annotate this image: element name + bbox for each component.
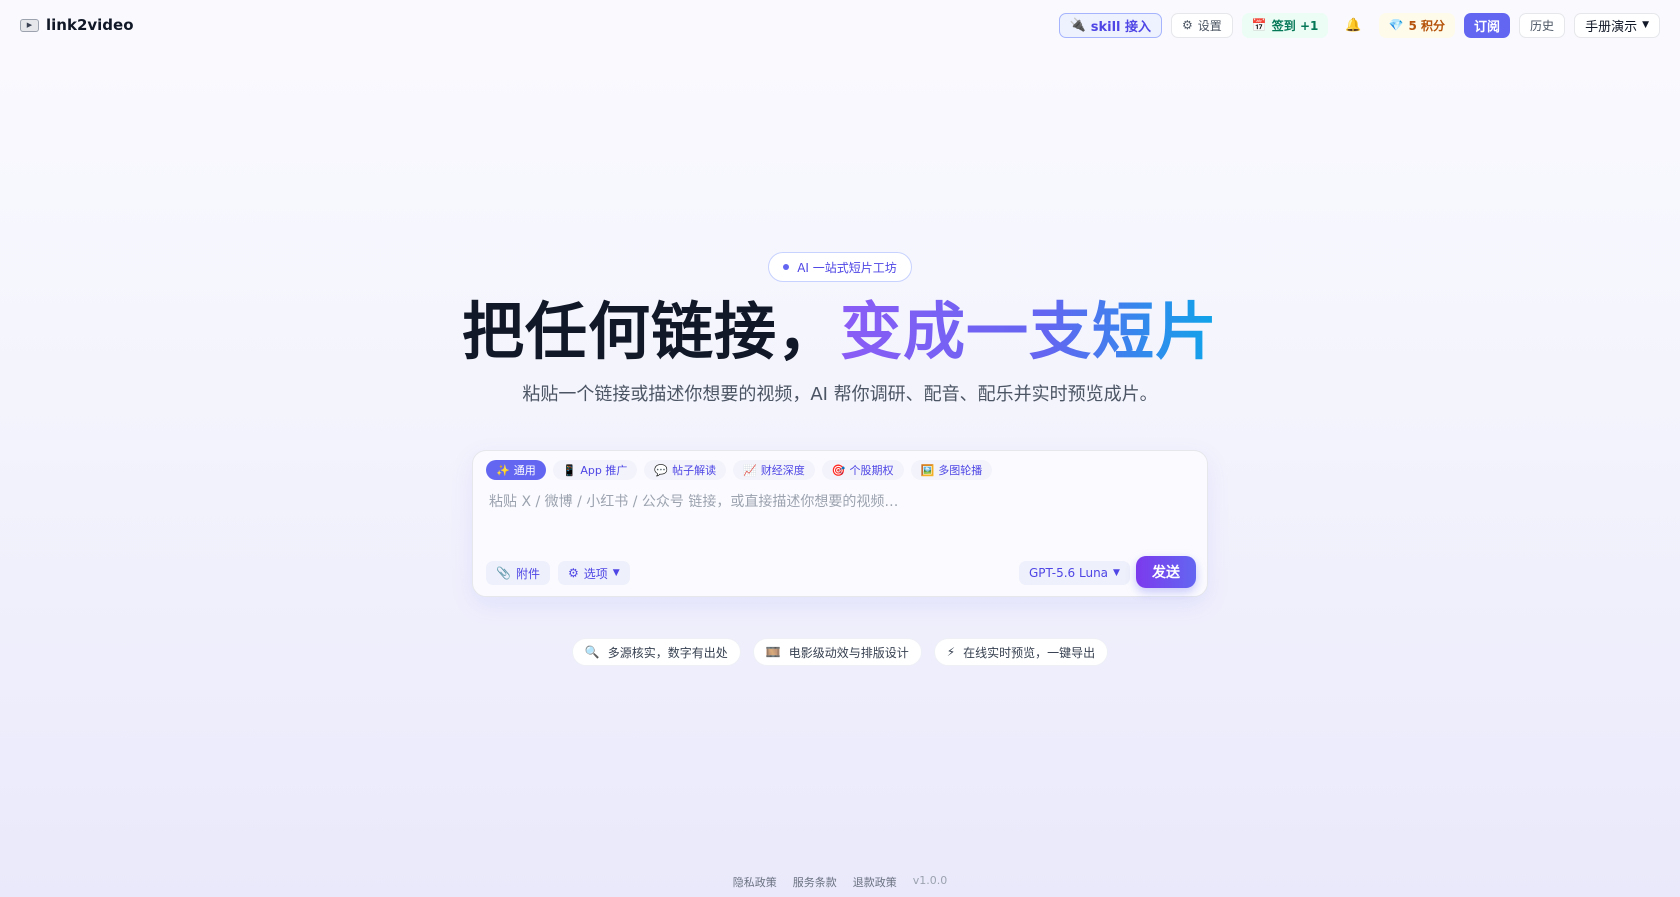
notifications-button[interactable]: 🔔 bbox=[1337, 13, 1369, 38]
settings-label: 设置 bbox=[1197, 18, 1222, 33]
chevron-down-icon: ▼ bbox=[1113, 568, 1120, 578]
tab-finance-deep[interactable]: 📈 财经深度 bbox=[733, 460, 815, 480]
prompt-input[interactable] bbox=[489, 491, 1189, 547]
attach-button[interactable]: 📎 附件 bbox=[486, 561, 550, 585]
tab-app-promo[interactable]: 📱 App 推广 bbox=[552, 460, 638, 480]
feature-label: 多源核实，数字有出处 bbox=[607, 645, 728, 660]
model-label: GPT-5.6 Luna bbox=[1029, 566, 1109, 580]
video-tape-icon: ▶ bbox=[20, 18, 39, 32]
phone-icon: 📱 bbox=[562, 463, 577, 477]
paperclip-icon: 📎 bbox=[496, 566, 511, 580]
chevron-down-icon: ▼ bbox=[1642, 20, 1649, 30]
manual-demo-label: 手册演示 bbox=[1585, 19, 1638, 35]
magnifier-icon: 🔍 bbox=[584, 645, 600, 659]
checkin-button[interactable]: 📅 签到 +1 bbox=[1241, 12, 1329, 38]
headline-accent: 变成一支短片 bbox=[840, 295, 1219, 368]
headline-main: 把任何链接， bbox=[461, 295, 840, 368]
feature-item: 🔍 多源核实，数字有出处 bbox=[571, 638, 741, 666]
composer-tools: 📎 附件 ⚙ 选项 ▼ bbox=[486, 561, 630, 585]
privacy-link[interactable]: 隐私政策 bbox=[733, 874, 777, 890]
sparkles-icon: ✨ bbox=[496, 463, 510, 477]
options-dropdown[interactable]: ⚙ 选项 ▼ bbox=[557, 561, 630, 585]
history-button[interactable]: 历史 bbox=[1519, 12, 1566, 38]
template-tabs: ✨ 通用 📱 App 推广 💬 帖子解读 📈 财经深度 🎯 个股期权 🖼️ 多图… bbox=[486, 460, 993, 480]
footer: 隐私政策 服务条款 退款政策 v1.0.0 bbox=[0, 874, 1680, 890]
target-icon: 🎯 bbox=[831, 463, 846, 477]
speech-bubble-icon: 💬 bbox=[654, 463, 669, 477]
terms-link[interactable]: 服务条款 bbox=[793, 874, 837, 890]
feature-label: 在线实时预览，一键导出 bbox=[963, 645, 1096, 660]
tab-post-analysis[interactable]: 💬 帖子解读 bbox=[644, 460, 727, 480]
gear-icon: ⚙ bbox=[567, 566, 579, 580]
feature-item: 🎞️ 电影级动效与排版设计 bbox=[752, 638, 922, 666]
refund-link[interactable]: 退款政策 bbox=[853, 874, 897, 890]
tab-label: 多图轮播 bbox=[938, 464, 983, 477]
top-bar: ▶ link2video 🔌 skill 接入 ⚙ 设置 📅 签到 +1 🔔 💎… bbox=[0, 0, 1680, 50]
send-button[interactable]: 发送 bbox=[1136, 556, 1196, 588]
tab-stock-options[interactable]: 🎯 个股期权 bbox=[821, 460, 904, 480]
brand[interactable]: ▶ link2video bbox=[20, 16, 134, 34]
tab-general[interactable]: ✨ 通用 bbox=[486, 460, 546, 480]
chart-up-icon: 📈 bbox=[743, 463, 757, 477]
skill-integration-button[interactable]: 🔌 skill 接入 bbox=[1058, 12, 1163, 38]
page-subtitle: 粘贴一个链接或描述你想要的视频，AI 帮你调研、配音、配乐并实时预览成片。 bbox=[522, 384, 1158, 405]
bell-icon: 🔔 bbox=[1345, 17, 1362, 33]
options-label: 选项 bbox=[583, 566, 608, 581]
feature-item: ⚡ 在线实时预览，一键导出 bbox=[933, 638, 1109, 666]
plug-icon: 🔌 bbox=[1069, 17, 1086, 33]
tab-label: App 推广 bbox=[580, 464, 628, 477]
version-label: v1.0.0 bbox=[912, 874, 948, 887]
top-nav: 🔌 skill 接入 ⚙ 设置 📅 签到 +1 🔔 💎 5 积分 订阅 历史 手… bbox=[1058, 12, 1660, 38]
skill-integration-label: skill 接入 bbox=[1090, 19, 1152, 35]
prompt-composer: ✨ 通用 📱 App 推广 💬 帖子解读 📈 财经深度 🎯 个股期权 🖼️ 多图… bbox=[472, 450, 1208, 597]
chevron-down-icon: ▼ bbox=[612, 568, 620, 578]
image-icon: 🖼️ bbox=[920, 463, 935, 477]
page-title: 把任何链接，变成一支短片 bbox=[0, 290, 1680, 374]
tab-label: 帖子解读 bbox=[672, 464, 717, 477]
film-icon: 🎞️ bbox=[765, 645, 781, 659]
tab-label: 财经深度 bbox=[760, 464, 805, 477]
dot-icon bbox=[783, 264, 790, 270]
tagline-text: AI 一站式短片工坊 bbox=[797, 260, 897, 275]
feature-list: 🔍 多源核实，数字有出处 🎞️ 电影级动效与排版设计 ⚡ 在线实时预览，一键导出 bbox=[0, 638, 1680, 666]
gem-icon: 💎 bbox=[1388, 18, 1404, 32]
tab-label: 通用 bbox=[513, 464, 536, 477]
manual-demo-dropdown[interactable]: 手册演示 ▼ bbox=[1574, 12, 1660, 38]
tagline-pill: AI 一站式短片工坊 bbox=[768, 252, 912, 282]
lightning-icon: ⚡ bbox=[946, 645, 956, 659]
points-badge[interactable]: 💎 5 积分 bbox=[1378, 12, 1456, 38]
subscribe-button[interactable]: 订阅 bbox=[1464, 12, 1511, 38]
brand-name: link2video bbox=[46, 16, 134, 34]
tab-image-carousel[interactable]: 🖼️ 多图轮播 bbox=[910, 460, 993, 480]
tab-label: 个股期权 bbox=[849, 464, 894, 477]
model-select[interactable]: GPT-5.6 Luna ▼ bbox=[1019, 561, 1130, 585]
points-label: 5 积分 bbox=[1408, 18, 1446, 33]
feature-label: 电影级动效与排版设计 bbox=[788, 645, 909, 660]
checkin-label: 签到 +1 bbox=[1271, 18, 1319, 33]
attach-label: 附件 bbox=[515, 566, 540, 581]
gear-icon: ⚙ bbox=[1182, 18, 1193, 32]
calendar-icon: 📅 bbox=[1251, 18, 1267, 32]
settings-button[interactable]: ⚙ 设置 bbox=[1171, 12, 1233, 38]
